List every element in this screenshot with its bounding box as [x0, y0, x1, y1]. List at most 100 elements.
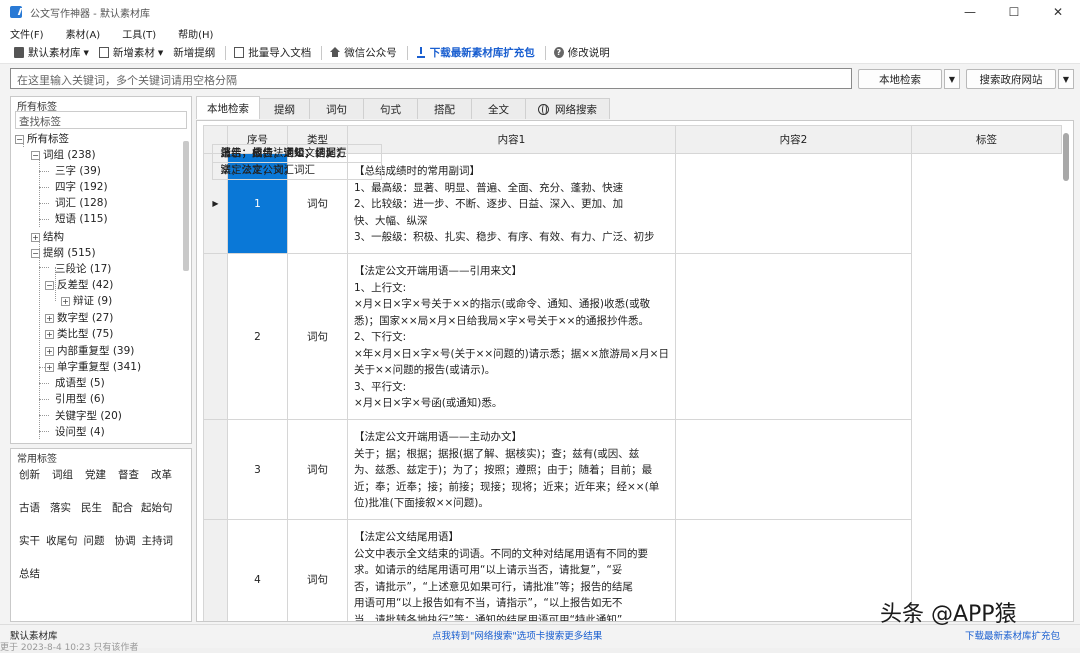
- expand-icon[interactable]: +: [45, 346, 54, 356]
- download-pack-button[interactable]: 下载最新素材库扩充包: [416, 45, 535, 60]
- tab-full-text[interactable]: 全文: [471, 98, 526, 119]
- tag-link[interactable]: 创新: [19, 467, 40, 482]
- tag-link[interactable]: 古语: [19, 500, 40, 515]
- tab-collocation[interactable]: 搭配: [417, 98, 472, 119]
- library-button[interactable]: 默认素材库 ▼: [14, 45, 89, 60]
- tree-node-four-char[interactable]: 四字 (192): [55, 179, 108, 195]
- local-search-dropdown[interactable]: ▼: [944, 69, 960, 89]
- tree-node-three-char[interactable]: 三字 (39): [55, 163, 101, 179]
- tree-node-vocab[interactable]: 词汇 (128): [55, 195, 108, 211]
- changelog-button[interactable]: ? 修改说明: [553, 45, 610, 60]
- tab-web-search[interactable]: 网络搜索: [525, 98, 610, 119]
- tree-node-phrase[interactable]: − 词组 (238): [31, 147, 96, 163]
- tree-node-analogy[interactable]: + 类比型 (75): [45, 326, 113, 342]
- tag-filter-input[interactable]: 查找标签: [15, 111, 187, 129]
- batch-import-button[interactable]: 批量导入文档: [234, 45, 311, 60]
- tag-link[interactable]: 落实: [50, 500, 71, 515]
- row-number[interactable]: 2: [227, 253, 288, 420]
- table-row[interactable]: 2 词句 【法定公文开端用语——引用来文】 1、上行文: ×月×日×字×号关于×…: [203, 143, 1062, 420]
- tag-link[interactable]: 主持词: [142, 533, 174, 548]
- tag-link[interactable]: 督查: [118, 467, 139, 482]
- menu-material[interactable]: 素材(A): [66, 26, 101, 41]
- row-content2[interactable]: [674, 153, 912, 254]
- row-type[interactable]: 词句: [287, 419, 348, 520]
- tab-local-search[interactable]: 本地检索: [196, 96, 260, 119]
- tree-scrollbar[interactable]: [183, 141, 189, 271]
- table-row[interactable]: 3 词句 【法定公文开端用语——主动办文】 关于；据；根据；据报(据了解、据核实…: [203, 143, 1062, 520]
- tag-link[interactable]: 实干: [19, 533, 40, 548]
- keyword-search-input[interactable]: 在这里输入关键词，多个关键词请用空格分隔: [10, 68, 852, 89]
- tag-link[interactable]: 问题: [84, 533, 105, 548]
- collapse-icon[interactable]: −: [31, 248, 40, 258]
- expand-icon[interactable]: +: [61, 296, 70, 306]
- row-content1[interactable]: 【法定公文结尾用语】 公文中表示全文结束的词语。不同的文种对结尾用语有不同的要 …: [347, 519, 676, 621]
- tag-link[interactable]: 词组: [52, 467, 73, 482]
- gov-search-button[interactable]: 搜索政府网站: [966, 69, 1056, 89]
- batch-import-label: 批量导入文档: [248, 47, 312, 59]
- row-tags[interactable]: 请示；报告；通知；结尾； 法定公文；词汇: [211, 143, 382, 180]
- row-content1[interactable]: 【总结成绩时的常用副词】 1、最高级：显著、明显、普遍、全面、充分、蓬勃、快速 …: [347, 153, 676, 254]
- gov-search-dropdown[interactable]: ▼: [1058, 69, 1074, 89]
- tag-link[interactable]: 民生: [81, 500, 102, 515]
- expand-icon[interactable]: +: [45, 313, 54, 323]
- row-type[interactable]: 词句: [287, 519, 348, 621]
- wechat-button[interactable]: 微信公众号: [330, 45, 397, 60]
- web-search-hint-link[interactable]: 点我转到"网络搜索"选项卡搜索更多结果: [432, 628, 602, 642]
- tree-node-idiom[interactable]: 成语型 (5): [55, 375, 105, 391]
- minimize-button[interactable]: —: [948, 0, 992, 24]
- tab-outline[interactable]: 提纲: [259, 98, 310, 119]
- collapse-icon[interactable]: −: [31, 150, 40, 160]
- expand-icon[interactable]: +: [45, 362, 54, 372]
- menu-help[interactable]: 帮助(H): [178, 26, 213, 41]
- tree-node-all[interactable]: − 所有标签: [15, 131, 69, 147]
- expand-icon[interactable]: +: [31, 232, 40, 242]
- row-content2[interactable]: [674, 419, 912, 520]
- tag-link[interactable]: 党建: [85, 467, 106, 482]
- tree-node-syllogism[interactable]: 三段论 (17): [55, 261, 111, 277]
- new-outline-button[interactable]: 新增提纲: [173, 45, 215, 60]
- results-table: 序号 类型 内容1 内容2 标签 ▶ 1 词句 【总结成绩时的常用副词】 1、最…: [203, 125, 1062, 621]
- tree-node-question[interactable]: 设问型 (4): [55, 424, 105, 440]
- tab-phrase[interactable]: 词句: [309, 98, 364, 119]
- tree-node-quote[interactable]: 引用型 (6): [55, 391, 105, 407]
- tag-link[interactable]: 改革: [151, 467, 172, 482]
- row-number[interactable]: 3: [227, 419, 288, 520]
- tree-node-dialectic[interactable]: + 辩证 (9): [61, 293, 112, 309]
- collapse-icon[interactable]: −: [15, 134, 24, 144]
- row-number[interactable]: 4: [227, 519, 288, 621]
- tree-node-structure[interactable]: + 结构: [31, 229, 64, 245]
- tab-sentence-pattern[interactable]: 句式: [363, 98, 418, 119]
- menu-file[interactable]: 文件(F): [10, 26, 44, 41]
- row-type[interactable]: 词句: [287, 253, 348, 420]
- row-content2[interactable]: [674, 253, 912, 420]
- grid-scrollbar[interactable]: [1063, 133, 1069, 181]
- tag-link[interactable]: 协调: [115, 533, 136, 548]
- tree-node-short-phrase[interactable]: 短语 (115): [55, 211, 108, 227]
- expand-icon[interactable]: +: [45, 329, 54, 339]
- tag-link[interactable]: 配合: [112, 500, 133, 515]
- tree-node-numeric[interactable]: + 数字型 (27): [45, 310, 113, 326]
- column-header-content1[interactable]: 内容1: [347, 125, 676, 154]
- tree-node-single-repeat[interactable]: + 单字重复型 (341): [45, 359, 141, 375]
- close-button[interactable]: ✕: [1036, 0, 1080, 24]
- content-line: 【法定公文结尾用语】: [354, 531, 459, 543]
- column-header-tags[interactable]: 标签: [910, 125, 1062, 154]
- tree-node-internal-repeat[interactable]: + 内部重复型 (39): [45, 343, 134, 359]
- tag-link[interactable]: 总结: [19, 566, 40, 581]
- status-download-link[interactable]: 下载最新素材库扩充包: [965, 628, 1060, 642]
- menu-tools[interactable]: 工具(T): [122, 26, 156, 41]
- row-content1[interactable]: 【法定公文开端用语——主动办文】 关于；据；根据；据报(据了解、据核实)；查；兹…: [347, 419, 676, 520]
- row-content1[interactable]: 【法定公文开端用语——引用来文】 1、上行文: ×月×日×字×号关于××的指示(…: [347, 253, 676, 420]
- tag-link[interactable]: 起始句: [141, 500, 173, 515]
- row-content2[interactable]: [674, 519, 912, 621]
- maximize-button[interactable]: ☐: [992, 0, 1036, 24]
- collapse-icon[interactable]: −: [45, 280, 54, 290]
- column-header-content2[interactable]: 内容2: [674, 125, 912, 154]
- tree-node-contrast[interactable]: − 反差型 (42): [45, 277, 113, 293]
- new-material-button[interactable]: 新增素材 ▼: [98, 45, 163, 60]
- globe-icon: [538, 103, 549, 115]
- tag-link[interactable]: 收尾句: [46, 533, 78, 548]
- tree-node-keyword[interactable]: 关键字型 (20): [55, 408, 122, 424]
- tree-node-outline[interactable]: − 提纲 (515): [31, 245, 96, 261]
- local-search-button[interactable]: 本地检索: [858, 69, 942, 89]
